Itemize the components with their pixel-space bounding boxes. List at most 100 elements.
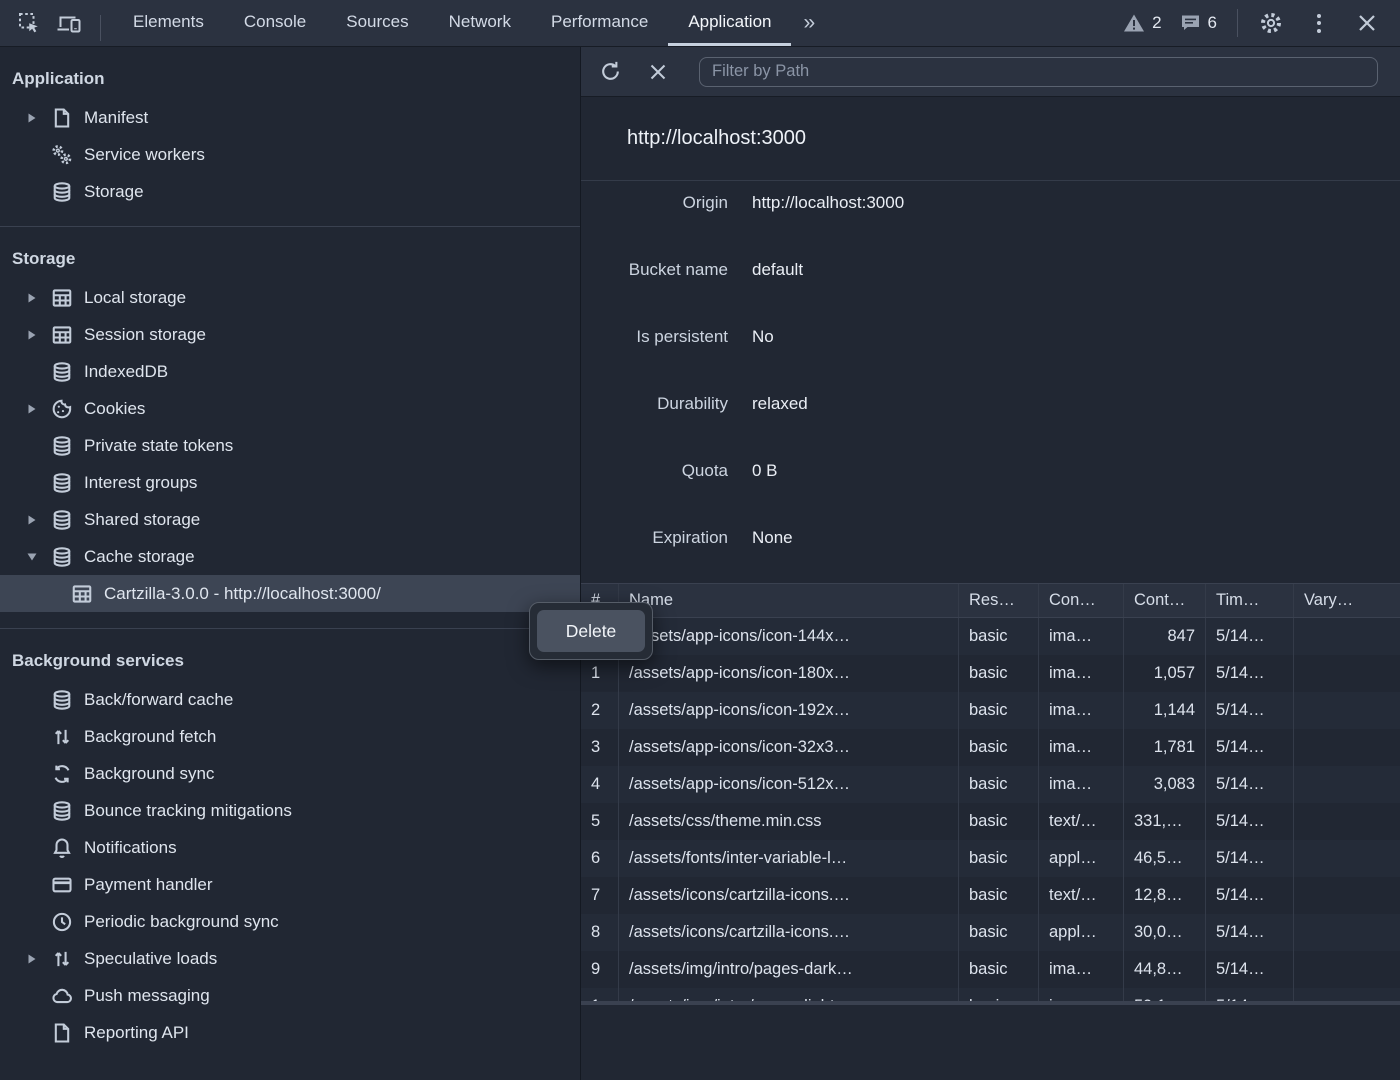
table-row[interactable]: 1/assets/app-icons/icon-180x…basicima…1,…: [581, 655, 1400, 692]
clock-icon: [50, 910, 74, 934]
sidebar-item-interest-groups[interactable]: Interest groups: [0, 464, 580, 501]
database-icon: [50, 434, 74, 458]
table-row[interactable]: 3/assets/app-icons/icon-32x3…basicima…1,…: [581, 729, 1400, 766]
sidebar-item-manifest[interactable]: Manifest: [0, 99, 580, 136]
sidebar-item-cookies[interactable]: Cookies: [0, 390, 580, 427]
sidebar-item-label: Payment handler: [84, 875, 213, 895]
tab-application[interactable]: Application: [668, 0, 791, 46]
settings-button[interactable]: [1256, 8, 1286, 38]
sidebar-item-label: Local storage: [84, 288, 186, 308]
tab-network[interactable]: Network: [429, 0, 531, 46]
tab-elements[interactable]: Elements: [113, 0, 224, 46]
sidebar-item-payment-handler[interactable]: Payment handler: [0, 866, 580, 903]
preview-pane: [581, 1005, 1400, 1080]
table-cell: 1,781: [1124, 729, 1206, 766]
sidebar-item-local-storage[interactable]: Local storage: [0, 279, 580, 316]
table-cell: text/…: [1039, 877, 1124, 914]
table-cell: [1294, 803, 1400, 840]
table-cell: 9: [581, 951, 619, 988]
sidebar-item-background-sync[interactable]: Background sync: [0, 755, 580, 792]
inspect-element-button[interactable]: [14, 8, 44, 38]
sidebar-item-notifications[interactable]: Notifications: [0, 829, 580, 866]
sidebar-item-speculative-loads[interactable]: Speculative loads: [0, 940, 580, 977]
chevron-collapsed-icon[interactable]: [26, 953, 50, 965]
tab-performance[interactable]: Performance: [531, 0, 668, 46]
clear-filter-button[interactable]: [641, 55, 675, 89]
sidebar-item-cache-storage[interactable]: Cache storage: [0, 538, 580, 575]
metadata-row-quota: Quota0 B: [581, 449, 1400, 516]
table-cell: /assets/icons/cartzilla-icons.…: [619, 914, 959, 951]
sidebar-item-storage[interactable]: Storage: [0, 173, 580, 210]
table-cell: 44,8…: [1124, 951, 1206, 988]
column-header-vary[interactable]: Vary…: [1294, 584, 1400, 617]
table-cell: 8: [581, 914, 619, 951]
chevron-expanded-icon[interactable]: [26, 551, 50, 562]
refresh-button[interactable]: [593, 55, 627, 89]
metadata-label: Quota: [581, 460, 728, 516]
table-cell: basic: [959, 914, 1039, 951]
sidebar-item-label: Shared storage: [84, 510, 200, 530]
database-icon: [50, 471, 74, 495]
sidebar-item-label: Service workers: [84, 145, 205, 165]
service-workers-icon: [50, 143, 74, 167]
more-options-button[interactable]: [1304, 8, 1334, 38]
metadata-row-is-persistent: Is persistentNo: [581, 315, 1400, 382]
chevron-collapsed-icon[interactable]: [26, 403, 50, 415]
table-row[interactable]: 8/assets/icons/cartzilla-icons.…basicapp…: [581, 914, 1400, 951]
metadata-label: Bucket name: [581, 259, 728, 315]
sidebar-item-periodic-background-sync[interactable]: Periodic background sync: [0, 903, 580, 940]
device-toolbar-button[interactable]: [54, 8, 84, 38]
sidebar-item-push-messaging[interactable]: Push messaging: [0, 977, 580, 1014]
sidebar-section-storage: StorageLocal storageSession storageIndex…: [0, 227, 580, 612]
table-row[interactable]: 6/assets/fonts/inter-variable-l…basicapp…: [581, 840, 1400, 877]
table-cell: 5/14…: [1206, 840, 1294, 877]
table-cell: basic: [959, 766, 1039, 803]
column-header-res[interactable]: Res…: [959, 584, 1039, 617]
chevron-collapsed-icon[interactable]: [26, 292, 50, 304]
chevron-collapsed-icon[interactable]: [26, 329, 50, 341]
cloud-icon: [50, 984, 74, 1008]
sidebar-item-service-workers[interactable]: Service workers: [0, 136, 580, 173]
table-cell: [1294, 729, 1400, 766]
close-devtools-button[interactable]: [1352, 8, 1382, 38]
cache-entries-table: #NameRes…Con…Cont…Tim…Vary…0/assets/app-…: [581, 583, 1400, 1048]
filter-by-path-input[interactable]: [699, 57, 1378, 87]
table-row[interactable]: 0/assets/app-icons/icon-144x…basicima…84…: [581, 618, 1400, 655]
warning-icon: [1123, 13, 1145, 33]
column-header-con[interactable]: Con…: [1039, 584, 1124, 617]
sidebar-item-private-state-tokens[interactable]: Private state tokens: [0, 427, 580, 464]
table-cell: [1294, 840, 1400, 877]
metadata-row-bucket-name: Bucket namedefault: [581, 248, 1400, 315]
table-cell: /assets/app-icons/icon-180x…: [619, 655, 959, 692]
sidebar-item-cartzilla-3-0-0-http-localhost-3000[interactable]: Cartzilla-3.0.0 - http://localhost:3000/: [0, 575, 580, 612]
table-row[interactable]: 2/assets/app-icons/icon-192x…basicima…1,…: [581, 692, 1400, 729]
column-header-cont[interactable]: Cont…: [1124, 584, 1206, 617]
sidebar-item-bounce-tracking-mitigations[interactable]: Bounce tracking mitigations: [0, 792, 580, 829]
sidebar-item-indexeddb[interactable]: IndexedDB: [0, 353, 580, 390]
chevron-collapsed-icon[interactable]: [26, 112, 50, 124]
table-row[interactable]: 9/assets/img/intro/pages-dark…basicima…4…: [581, 951, 1400, 988]
sidebar-item-shared-storage[interactable]: Shared storage: [0, 501, 580, 538]
sidebar-item-session-storage[interactable]: Session storage: [0, 316, 580, 353]
column-header-name[interactable]: Name: [619, 584, 959, 617]
device-toolbar-icon: [56, 11, 82, 35]
tab-sources[interactable]: Sources: [326, 0, 428, 46]
sidebar-item-reporting-api[interactable]: Reporting API: [0, 1014, 580, 1051]
context-menu-item-delete[interactable]: Delete: [537, 610, 645, 652]
table-cell: [1294, 877, 1400, 914]
table-row[interactable]: 5/assets/css/theme.min.cssbasictext/…331…: [581, 803, 1400, 840]
table-row[interactable]: 4/assets/app-icons/icon-512x…basicima…3,…: [581, 766, 1400, 803]
warnings-counter[interactable]: 2: [1123, 13, 1161, 33]
sidebar-item-background-fetch[interactable]: Background fetch: [0, 718, 580, 755]
table-cell: /assets/app-icons/icon-512x…: [619, 766, 959, 803]
tab-console[interactable]: Console: [224, 0, 326, 46]
sidebar-item-label: Notifications: [84, 838, 177, 858]
more-tabs-button[interactable]: »: [791, 0, 828, 46]
messages-counter[interactable]: 6: [1180, 13, 1217, 33]
sidebar-item-back-forward-cache[interactable]: Back/forward cache: [0, 681, 580, 718]
chevron-collapsed-icon[interactable]: [26, 514, 50, 526]
table-cell: basic: [959, 729, 1039, 766]
origin-row[interactable]: http://localhost:3000: [581, 97, 1400, 181]
table-row[interactable]: 7/assets/icons/cartzilla-icons.…basictex…: [581, 877, 1400, 914]
column-header-tim[interactable]: Tim…: [1206, 584, 1294, 617]
